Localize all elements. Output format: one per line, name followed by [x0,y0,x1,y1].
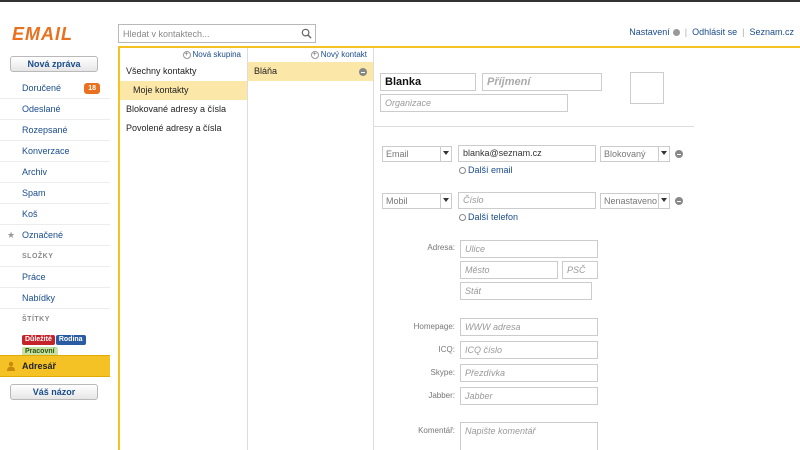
sidebar-item-spam[interactable]: Spam [0,183,110,204]
contact-photo[interactable] [630,72,664,104]
sidebar-item-inbox[interactable]: Doručené 18 [0,78,110,99]
new-contact-link[interactable]: + Nový kontakt [248,48,373,62]
state-field[interactable]: Stát [460,282,592,300]
add-phone-link[interactable]: Další telefon [459,212,518,222]
logo-text: EMAIL [12,23,73,44]
sidebar-item-label: Doručené [22,83,62,93]
feedback-button[interactable]: Váš názor [10,384,98,400]
email-logo[interactable]: EMAIL [12,24,73,44]
sidebar-item-archive[interactable]: Archiv [0,162,110,183]
labels-list: Důležité Rodina Pracovní [0,330,110,357]
groups-column: + Nová skupina Všechny kontakty Moje kont… [120,48,248,450]
group-allowed[interactable]: Povolené adresy a čísla [120,119,247,138]
group-all-contacts[interactable]: Všechny kontakty [120,62,247,81]
homepage-label: Homepage: [413,322,455,331]
comment-label: Komentář: [418,426,455,435]
email-type-select[interactable]: Email [382,146,452,162]
gear-icon[interactable] [672,28,680,36]
icq-label: ICQ: [438,345,455,354]
last-name-field[interactable]: Příjmení [482,73,602,91]
plus-icon [459,167,466,175]
jabber-label: Jabber: [428,391,455,400]
zip-field[interactable]: PSČ [562,261,598,279]
person-icon [7,361,15,371]
seznam-link[interactable]: Seznam.cz [749,27,794,37]
group-my-contacts[interactable]: Moje kontakty [120,81,247,100]
contact-list-item[interactable]: Bláňa [248,62,373,81]
search-box [118,24,316,43]
settings-link[interactable]: Nastavení [629,27,670,37]
jabber-field[interactable]: Jabber [460,387,598,405]
sidebar-nav: Doručené 18 Odeslané Rozepsané Konverzac… [0,78,110,357]
search-input[interactable] [119,25,294,42]
first-name-field[interactable]: Blanka [380,73,476,91]
tag-important[interactable]: Důležité [22,335,55,345]
plus-icon [459,214,466,222]
sidebar-item-trash[interactable]: Koš [0,204,110,225]
phone-type-select[interactable]: Mobil [382,193,452,209]
chevron-down-icon [443,151,449,155]
sidebar: Nová zpráva Doručené 18 Odeslané Rozepsa… [0,48,110,450]
phone-status-select[interactable]: Nenastaveno [600,193,670,209]
sidebar-item-flagged[interactable]: ★ Označené [0,225,110,246]
email-field[interactable]: blanka@seznam.cz [458,145,596,162]
sidebar-folder-offers[interactable]: Nabídky [0,288,110,309]
sidebar-item-sent[interactable]: Odeslané [0,99,110,120]
folders-heading: SLOŽKY [0,246,110,267]
remove-email-icon[interactable] [675,150,683,158]
remove-contact-icon[interactable] [359,68,367,76]
phone-field[interactable]: Číslo [458,192,596,209]
top-border [0,0,800,2]
plus-icon: + [182,50,191,59]
icq-field[interactable]: ICQ číslo [460,341,598,359]
skype-label: Skype: [430,368,455,377]
unread-count-badge: 18 [84,83,100,94]
labels-heading: ŠTÍTKY [22,316,50,323]
street-field[interactable]: Ulice [460,240,598,258]
sidebar-item-drafts[interactable]: Rozepsané [0,120,110,141]
group-blocked[interactable]: Blokované adresy a čísla [120,100,247,119]
remove-phone-icon[interactable] [675,197,683,205]
logout-link[interactable]: Odhlásit se [692,27,737,37]
city-field[interactable]: Město [460,261,558,279]
new-group-link[interactable]: + Nová skupina [120,48,247,62]
plus-icon: + [310,50,319,59]
email-status-select[interactable]: Blokovaný [600,146,670,162]
sidebar-item-label: Adresář [22,361,57,371]
sidebar-item-label: Označené [22,230,64,240]
chevron-down-icon [661,151,667,155]
skype-field[interactable]: Přezdívka [460,364,598,382]
contact-detail: Blanka Příjmení Organizace Email blanka@… [374,48,800,450]
new-message-button[interactable]: Nová zpráva [10,56,98,72]
address-label: Adresa: [427,243,455,252]
comment-field[interactable]: Napište komentář [460,422,598,450]
contacts-column: + Nový kontakt Bláňa [248,48,374,450]
chevron-down-icon [443,198,449,202]
organization-field[interactable]: Organizace [380,94,568,112]
add-email-link[interactable]: Další email [459,165,513,175]
address-book-panel: + Nová skupina Všechny kontakty Moje kont… [118,46,800,450]
homepage-field[interactable]: WWW adresa [460,318,598,336]
search-icon[interactable] [301,28,312,39]
tag-family[interactable]: Rodina [55,335,86,345]
sidebar-folder-work[interactable]: Práce [0,267,110,288]
top-links: Nastavení | Odhlásit se | Seznam.cz [629,27,794,37]
sidebar-item-address-book[interactable]: Adresář [0,355,110,377]
sidebar-item-conversations[interactable]: Konverzace [0,141,110,162]
star-icon: ★ [7,230,16,240]
section-divider [374,126,694,127]
chevron-down-icon [661,198,667,202]
